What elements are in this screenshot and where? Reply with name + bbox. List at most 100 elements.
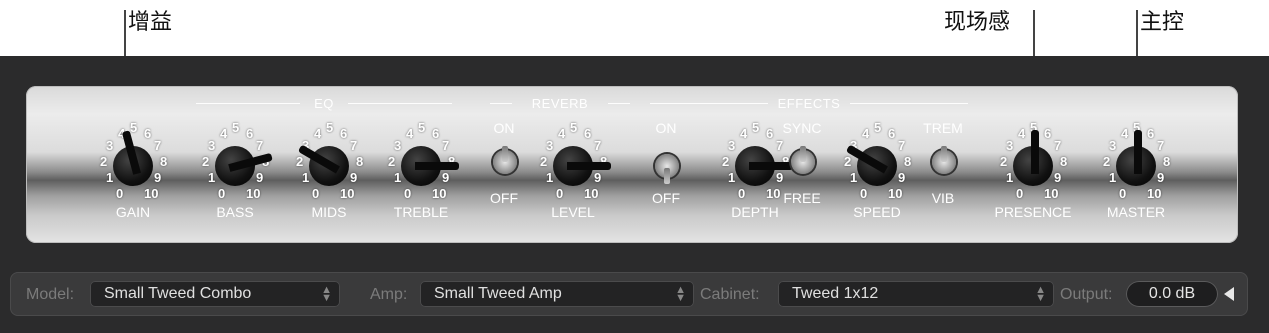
amp-control-panel: EQ REVERB EFFECTS 012345678910GAIN 01234… bbox=[26, 86, 1238, 243]
scale-number: 5 bbox=[130, 120, 138, 135]
scale-number: 9 bbox=[442, 170, 450, 185]
reverb-off-label: OFF bbox=[490, 190, 518, 206]
scale-number: 5 bbox=[874, 120, 882, 135]
speed-label: SPEED bbox=[853, 204, 901, 220]
scale-number: 3 bbox=[394, 138, 402, 153]
presence-knob[interactable]: 0 1 2 3 4 5 6 7 8 9 10 PRESENCE bbox=[988, 108, 1078, 220]
scale-number: 7 bbox=[898, 138, 906, 153]
master-knob[interactable]: 0 1 2 3 4 5 6 7 8 9 10 MASTER bbox=[1091, 108, 1181, 220]
cabinet-label: Cabinet: bbox=[700, 286, 760, 303]
scale-number: 5 bbox=[418, 120, 426, 135]
scale-number: 1 bbox=[302, 170, 310, 185]
scale-number: 2 bbox=[388, 154, 396, 169]
sync-switch-lever bbox=[800, 146, 806, 162]
scale-number: 6 bbox=[246, 126, 254, 141]
scale-number: 8 bbox=[1163, 154, 1171, 169]
scale-number: 8 bbox=[904, 154, 912, 169]
presence-callout: 现场感 bbox=[944, 10, 1011, 35]
scale-number: 2 bbox=[540, 154, 548, 169]
scale-number: 4 bbox=[558, 126, 566, 141]
scale-number: 1 bbox=[546, 170, 554, 185]
knob-pointer bbox=[749, 162, 793, 170]
scale-number: 5 bbox=[326, 120, 334, 135]
scale-number: 7 bbox=[776, 138, 784, 153]
scale-number: 10 bbox=[888, 186, 903, 201]
scale-number: 0 bbox=[404, 186, 412, 201]
scale-number: 7 bbox=[256, 138, 264, 153]
level-knob[interactable]: 012345678910LEVEL bbox=[528, 108, 618, 220]
scale-number: 0 bbox=[218, 186, 226, 201]
scale-number: 3 bbox=[728, 138, 736, 153]
master-label: MASTER bbox=[1106, 204, 1166, 220]
reverb-on-label: ON bbox=[493, 120, 515, 136]
gain-knob[interactable]: 012345678910GAIN bbox=[88, 108, 178, 220]
scale-number: 0 bbox=[738, 186, 746, 201]
scale-number: 10 bbox=[584, 186, 599, 201]
gain-callout: 增益 bbox=[128, 10, 173, 35]
scale-number: 7 bbox=[350, 138, 358, 153]
scale-number: 3 bbox=[106, 138, 114, 153]
gain-label: GAIN bbox=[115, 204, 151, 220]
reverb-switch-lever bbox=[502, 146, 508, 162]
output-arrow-icon[interactable] bbox=[1224, 287, 1234, 301]
scale-number: 3 bbox=[1109, 138, 1117, 153]
scale-number: 10 bbox=[1044, 186, 1059, 201]
cabinet-select[interactable]: Tweed 1x12 ▲ ▼ bbox=[778, 281, 1054, 307]
bottom-control-bar: Model: Small Tweed Combo ▲ ▼ Amp: Small T… bbox=[10, 272, 1248, 316]
effects-on-label: ON bbox=[655, 120, 677, 136]
scale-number: 0 bbox=[312, 186, 320, 201]
amp-select[interactable]: Small Tweed Amp ▲ ▼ bbox=[420, 281, 694, 307]
scale-number: 10 bbox=[432, 186, 447, 201]
scale-number: 6 bbox=[1147, 126, 1155, 141]
scale-number: 10 bbox=[144, 186, 159, 201]
scale-number: 9 bbox=[1157, 170, 1165, 185]
scale-number: 7 bbox=[594, 138, 602, 153]
sync-label: SYNC bbox=[782, 120, 822, 136]
scale-number: 7 bbox=[442, 138, 450, 153]
scale-number: 9 bbox=[256, 170, 264, 185]
output-level-field[interactable]: 0.0 dB bbox=[1126, 281, 1218, 307]
scale-number: 3 bbox=[208, 138, 216, 153]
bass-knob[interactable]: 012345678910BASS bbox=[190, 108, 280, 220]
bass-label: BASS bbox=[216, 204, 254, 220]
scale-number: 6 bbox=[888, 126, 896, 141]
model-select[interactable]: Small Tweed Combo ▲ ▼ bbox=[90, 281, 340, 307]
stepper-arrows-icon: ▲ ▼ bbox=[675, 284, 686, 304]
scale-number: 7 bbox=[154, 138, 162, 153]
stepper-arrows-icon: ▲ ▼ bbox=[321, 284, 332, 304]
amp-label: Amp: bbox=[370, 286, 408, 303]
effects-switch-lever bbox=[664, 168, 670, 184]
scale-number: 0 bbox=[1016, 186, 1024, 201]
scale-number: 4 bbox=[862, 126, 870, 141]
treble-label: TREBLE bbox=[393, 204, 449, 220]
cabinet-value: Tweed 1x12 bbox=[792, 285, 879, 302]
scale-number: 2 bbox=[1000, 154, 1008, 169]
scale-number: 6 bbox=[584, 126, 592, 141]
scale-number: 0 bbox=[1119, 186, 1127, 201]
treble-knob[interactable]: 012345678910TREBLE bbox=[376, 108, 466, 220]
scale-number: 1 bbox=[208, 170, 216, 185]
master-callout: 主控 bbox=[1140, 10, 1185, 35]
scale-number: 9 bbox=[1054, 170, 1062, 185]
scale-number: 8 bbox=[160, 154, 168, 169]
scale-number: 6 bbox=[340, 126, 348, 141]
free-label: FREE bbox=[783, 190, 821, 206]
scale-number: 1 bbox=[728, 170, 736, 185]
scale-number: 0 bbox=[116, 186, 124, 201]
mids-knob[interactable]: 0 1 2 3 4 5 6 7 8 9 10 MIDS bbox=[284, 108, 374, 220]
scale-number: 10 bbox=[1147, 186, 1162, 201]
scale-number: 9 bbox=[898, 170, 906, 185]
level-label: LEVEL bbox=[551, 204, 595, 220]
trem-label: TREM bbox=[923, 120, 963, 136]
scale-number: 0 bbox=[860, 186, 868, 201]
scale-number: 9 bbox=[776, 170, 784, 185]
scale-number: 10 bbox=[340, 186, 355, 201]
model-label: Model: bbox=[26, 286, 75, 303]
amp-value: Small Tweed Amp bbox=[434, 285, 562, 302]
scale-number: 3 bbox=[546, 138, 554, 153]
speed-knob[interactable]: 0 1 2 3 4 5 6 7 8 9 10 SPEED bbox=[832, 108, 922, 220]
scale-number: 5 bbox=[570, 120, 578, 135]
scale-number: 7 bbox=[1054, 138, 1062, 153]
knob-pointer bbox=[567, 162, 611, 170]
scale-number: 9 bbox=[154, 170, 162, 185]
